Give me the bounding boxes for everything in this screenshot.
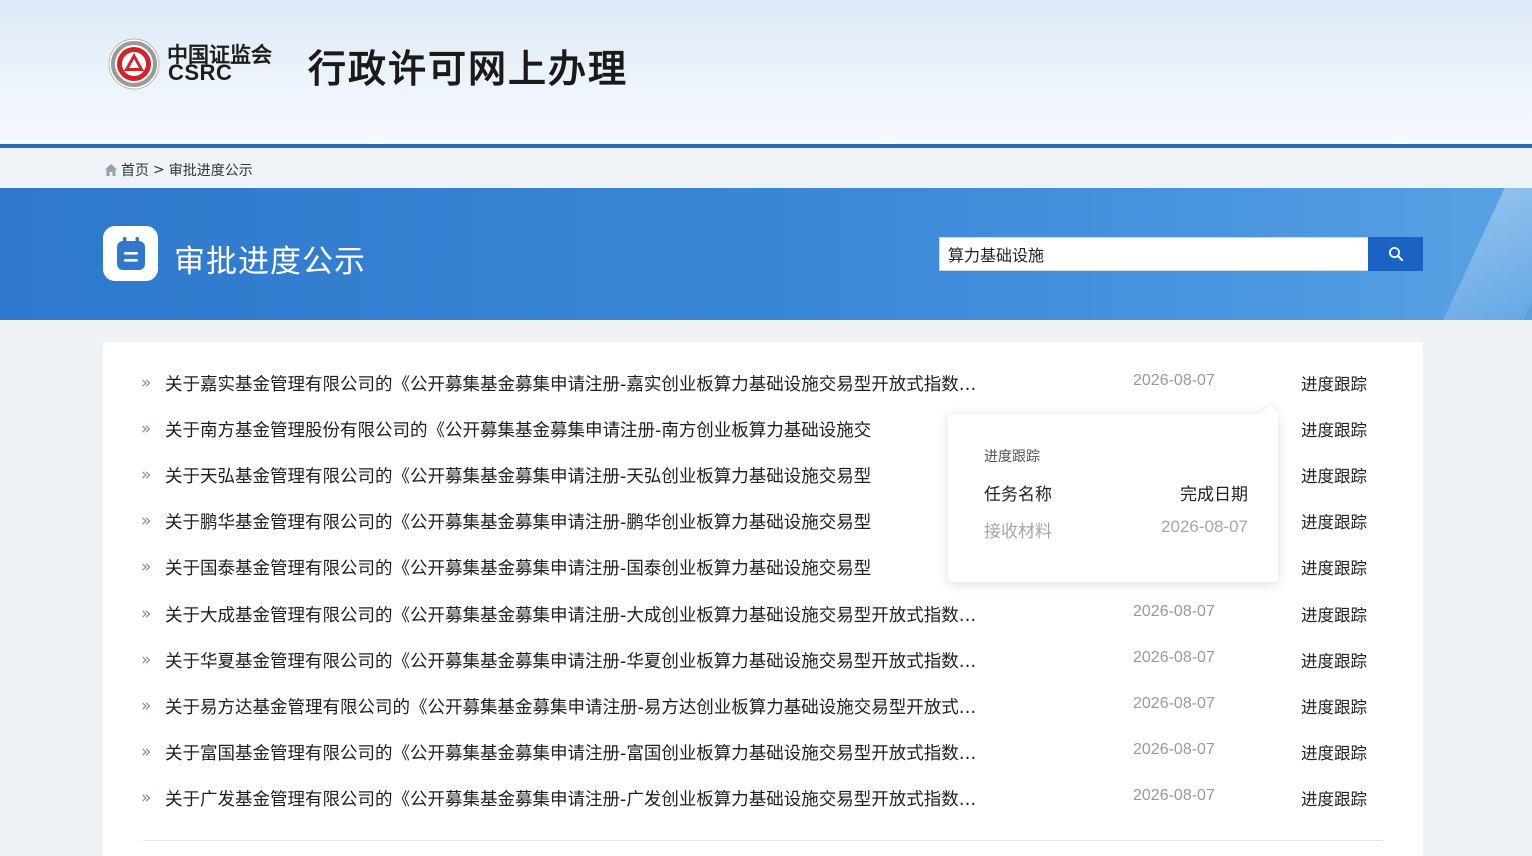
- double-chevron-right-icon: »: [141, 742, 152, 762]
- list-item: » 关于广发基金管理有限公司的《公开募集基金募集申请注册-广发创业板算力基础设施…: [103, 776, 1423, 822]
- list-item-title[interactable]: 关于广发基金管理有限公司的《公开募集基金募集申请注册-广发创业板算力基础设施交易…: [165, 786, 1085, 811]
- progress-tracking-link[interactable]: 进度跟踪: [1301, 555, 1367, 579]
- list-item: » 关于大成基金管理有限公司的《公开募集基金募集申请注册-大成创业板算力基础设施…: [103, 592, 1423, 638]
- list-item-date: 2026-08-07: [1133, 372, 1215, 389]
- list-divider: [143, 840, 1383, 841]
- list-item-title[interactable]: 关于南方基金管理股份有限公司的《公开募集基金募集申请注册-南方创业板算力基础设施…: [165, 417, 1085, 442]
- double-chevron-right-icon: »: [141, 419, 152, 439]
- progress-tracking-link[interactable]: 进度跟踪: [1301, 602, 1367, 626]
- double-chevron-right-icon: »: [141, 604, 152, 624]
- task-name-cell: 接收材料: [984, 522, 1052, 542]
- column-header-task-name: 任务名称: [984, 485, 1052, 505]
- site-title: 行政许可网上办理: [308, 47, 629, 91]
- notepad-icon: [103, 226, 158, 281]
- list-item: » 关于富国基金管理有限公司的《公开募集基金募集申请注册-富国创业板算力基础设施…: [103, 730, 1423, 776]
- progress-tracking-link[interactable]: 进度跟踪: [1301, 648, 1367, 672]
- breadcrumb-home-link[interactable]: 首页: [121, 160, 149, 180]
- list-item-title[interactable]: 关于天弘基金管理有限公司的《公开募集基金募集申请注册-天弘创业板算力基础设施交易…: [165, 463, 1085, 488]
- double-chevron-right-icon: »: [141, 511, 152, 531]
- list-item-date: 2026-08-07: [1133, 787, 1215, 804]
- progress-tracking-link[interactable]: 进度跟踪: [1301, 740, 1367, 764]
- list-item-title[interactable]: 关于易方达基金管理有限公司的《公开募集基金募集申请注册-易方达创业板算力基础设施…: [165, 694, 1085, 719]
- list-item-date: 2026-08-07: [1133, 649, 1215, 666]
- search-icon: [1388, 247, 1403, 261]
- search-button[interactable]: [1368, 237, 1423, 271]
- progress-tracking-link[interactable]: 进度跟踪: [1301, 371, 1367, 395]
- popover-title: 进度跟踪: [984, 449, 1040, 465]
- progress-tracking-link[interactable]: 进度跟踪: [1301, 694, 1367, 718]
- list-item-date: 2026-08-07: [1133, 603, 1215, 620]
- breadcrumb-separator: >: [153, 162, 165, 178]
- home-icon: [105, 164, 117, 176]
- list-item-date: 2026-08-07: [1133, 741, 1215, 758]
- progress-tracking-link[interactable]: 进度跟踪: [1301, 509, 1367, 533]
- breadcrumb: 首页 > 审批进度公示: [104, 160, 253, 180]
- site-header: 中国证监会 CSRC 行政许可网上办理: [0, 0, 1532, 146]
- search-input[interactable]: [939, 237, 1369, 271]
- list-item-title[interactable]: 关于嘉实基金管理有限公司的《公开募集基金募集申请注册-嘉实创业板算力基础设施交易…: [165, 371, 1085, 396]
- list-item-title[interactable]: 关于国泰基金管理有限公司的《公开募集基金募集申请注册-国泰创业板算力基础设施交易…: [165, 555, 1085, 580]
- progress-tracking-link[interactable]: 进度跟踪: [1301, 786, 1367, 810]
- list-item: » 关于华夏基金管理有限公司的《公开募集基金募集申请注册-华夏创业板算力基础设施…: [103, 638, 1423, 684]
- page-title: 审批进度公示: [174, 244, 366, 280]
- list-item-title[interactable]: 关于华夏基金管理有限公司的《公开募集基金募集申请注册-华夏创业板算力基础设施交易…: [165, 648, 1085, 673]
- double-chevron-right-icon: »: [141, 696, 152, 716]
- column-header-completion-date: 完成日期: [1180, 485, 1248, 505]
- logo-text-en: CSRC: [168, 60, 233, 85]
- banner-decoration: [1434, 188, 1532, 320]
- progress-tracking-link[interactable]: 进度跟踪: [1301, 463, 1367, 487]
- list-item: » 关于易方达基金管理有限公司的《公开募集基金募集申请注册-易方达创业板算力基础…: [103, 684, 1423, 730]
- double-chevron-right-icon: »: [141, 557, 152, 577]
- breadcrumb-current: 审批进度公示: [168, 163, 253, 179]
- list-item: » 关于嘉实基金管理有限公司的《公开募集基金募集申请注册-嘉实创业板算力基础设施…: [103, 361, 1423, 407]
- list-item-title[interactable]: 关于鹏华基金管理有限公司的《公开募集基金募集申请注册-鹏华创业板算力基础设施交易…: [165, 509, 1085, 534]
- double-chevron-right-icon: »: [141, 788, 152, 808]
- progress-tracking-link[interactable]: 进度跟踪: [1301, 417, 1367, 441]
- task-date-cell: 2026-08-07: [1161, 517, 1248, 536]
- progress-tracking-popover: 进度跟踪 任务名称 完成日期 接收材料 2026-08-07: [948, 414, 1278, 582]
- csrc-emblem-icon[interactable]: [108, 38, 160, 90]
- double-chevron-right-icon: »: [141, 373, 152, 393]
- list-item-title[interactable]: 关于大成基金管理有限公司的《公开募集基金募集申请注册-大成创业板算力基础设施交易…: [165, 602, 1085, 627]
- list-item-title[interactable]: 关于富国基金管理有限公司的《公开募集基金募集申请注册-富国创业板算力基础设施交易…: [165, 740, 1085, 765]
- list-item-date: 2026-08-07: [1133, 695, 1215, 712]
- double-chevron-right-icon: »: [141, 650, 152, 670]
- double-chevron-right-icon: »: [141, 465, 152, 485]
